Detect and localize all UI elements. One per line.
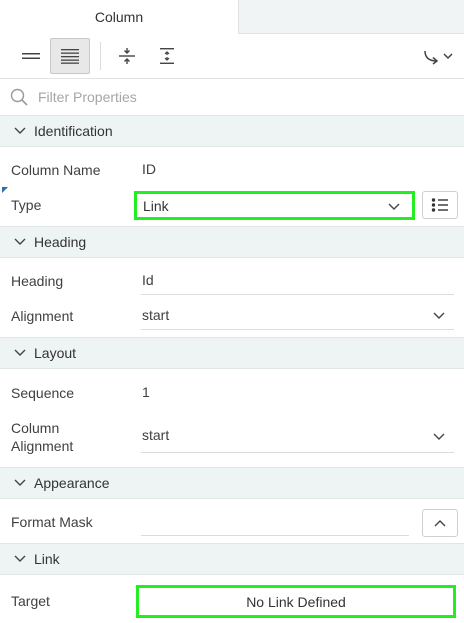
section-title: Link bbox=[34, 551, 60, 567]
filter-placeholder: Filter Properties bbox=[38, 89, 137, 105]
tab-column[interactable]: Column bbox=[0, 0, 239, 34]
chevron-down-icon bbox=[433, 433, 445, 440]
type-list-button[interactable] bbox=[422, 191, 458, 219]
type-label: Type bbox=[11, 197, 42, 213]
chevron-down-icon bbox=[14, 238, 26, 245]
alignment-label: Alignment bbox=[11, 308, 74, 324]
section-layout[interactable]: Layout bbox=[0, 337, 464, 369]
collapse-lines-button[interactable] bbox=[11, 38, 51, 74]
section-title: Identification bbox=[34, 123, 113, 139]
alignment-select[interactable]: start bbox=[142, 307, 169, 323]
expand-lines-icon bbox=[61, 49, 79, 64]
type-value: Link bbox=[143, 198, 169, 214]
alignment-underline bbox=[141, 329, 454, 330]
chevron-down-icon bbox=[433, 312, 445, 319]
collapse-lines-icon bbox=[22, 53, 40, 59]
target-label: Target bbox=[11, 593, 50, 609]
property-toolbar bbox=[0, 34, 464, 79]
heading-label: Heading bbox=[11, 273, 64, 289]
column-alignment-select[interactable]: start bbox=[142, 427, 169, 443]
section-link[interactable]: Link bbox=[0, 543, 464, 575]
chevron-down-icon bbox=[14, 479, 26, 486]
section-heading[interactable]: Heading bbox=[0, 226, 464, 258]
heading-underline bbox=[141, 294, 454, 295]
chevron-down-icon bbox=[14, 555, 26, 562]
filter-properties-input[interactable]: Filter Properties bbox=[0, 79, 464, 115]
column-alignment-label-line1: Column bbox=[11, 420, 60, 436]
section-title: Heading bbox=[34, 234, 87, 250]
format-mask-picker-button[interactable] bbox=[422, 509, 458, 537]
column-name-label: Column Name bbox=[11, 162, 101, 178]
column-alignment-label-line2: Alignment bbox=[11, 438, 74, 454]
section-identification[interactable]: Identification bbox=[0, 115, 464, 147]
sequence-label: Sequence bbox=[11, 385, 75, 401]
format-mask-underline bbox=[141, 535, 409, 536]
list-icon bbox=[431, 198, 448, 212]
section-title: Appearance bbox=[34, 475, 110, 491]
chevron-down-icon bbox=[14, 127, 26, 134]
modified-marker bbox=[2, 187, 8, 193]
column-alignment-underline bbox=[141, 452, 454, 453]
collapse-all-icon bbox=[119, 48, 135, 64]
section-appearance[interactable]: Appearance bbox=[0, 467, 464, 499]
chevron-up-icon bbox=[434, 520, 446, 527]
section-title: Layout bbox=[34, 345, 77, 361]
target-link-button[interactable]: No Link Defined bbox=[136, 585, 456, 618]
chevron-down-icon bbox=[388, 203, 400, 210]
expand-all-icon bbox=[160, 48, 174, 64]
chevron-down-icon bbox=[14, 349, 26, 356]
goto-menu-button[interactable] bbox=[418, 38, 458, 74]
column-name-value: ID bbox=[142, 161, 156, 177]
expand-all-button[interactable] bbox=[147, 38, 187, 74]
search-icon bbox=[10, 88, 28, 106]
heading-input[interactable]: Id bbox=[142, 272, 154, 288]
goto-menu-icon bbox=[424, 50, 453, 65]
expand-lines-button[interactable] bbox=[50, 38, 90, 74]
format-mask-label: Format Mask bbox=[11, 514, 93, 530]
sequence-value[interactable]: 1 bbox=[142, 384, 150, 400]
toolbar-divider bbox=[100, 42, 101, 70]
collapse-all-button[interactable] bbox=[107, 38, 147, 74]
tab-bar: Column bbox=[0, 0, 464, 34]
type-select[interactable]: Link bbox=[134, 191, 415, 220]
